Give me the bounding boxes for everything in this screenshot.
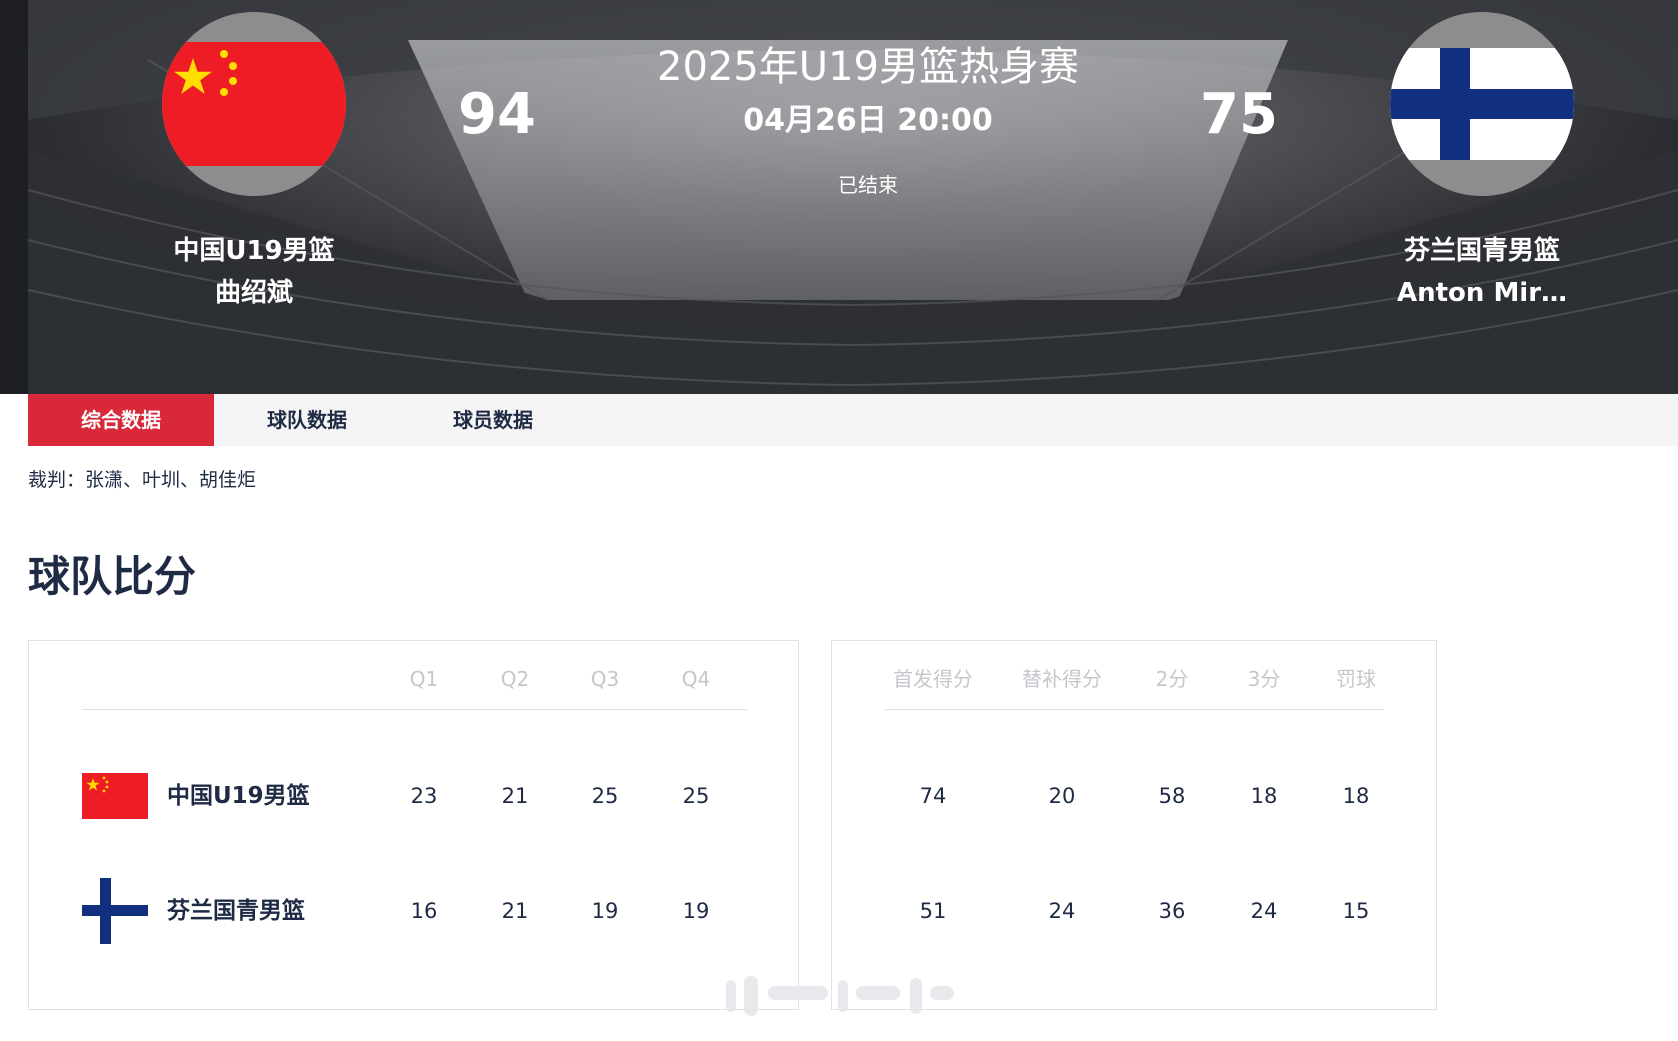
scoring-breakdown-table: 首发得分 替补得分 2分 3分 罚球 74 20 58 18 18 51 24 … xyxy=(831,640,1437,1010)
match-header: 中国U19男篮 曲绍斌 94 2025年U19男篮热身赛 04月26日 20:0… xyxy=(0,0,1678,394)
q2-score: 21 xyxy=(501,899,529,923)
tab-player-stats[interactable]: 球员数据 xyxy=(400,394,586,446)
q3-score: 25 xyxy=(591,784,619,808)
three-point-points: 18 xyxy=(1250,784,1278,808)
three-point-points: 24 xyxy=(1250,899,1278,923)
bench-points: 20 xyxy=(1048,784,1076,808)
header-q2: Q2 xyxy=(500,667,530,691)
two-point-points: 58 xyxy=(1158,784,1186,808)
starter-points: 51 xyxy=(919,899,947,923)
row-team-name[interactable]: 芬兰国青男篮 xyxy=(167,895,305,927)
away-score: 75 xyxy=(1200,82,1278,147)
table-divider xyxy=(82,709,747,710)
finland-flag-icon xyxy=(1390,12,1574,196)
away-team-info: 芬兰国青男篮 Anton Mir… xyxy=(1352,230,1612,314)
home-team-logo[interactable] xyxy=(162,12,346,196)
header-q3: Q3 xyxy=(590,667,620,691)
q2-score: 21 xyxy=(501,784,529,808)
header-free-throws: 罚球 xyxy=(1336,667,1376,691)
q4-score: 19 xyxy=(682,899,710,923)
free-throw-points: 18 xyxy=(1342,784,1370,808)
two-point-points: 36 xyxy=(1158,899,1186,923)
china-flag-icon xyxy=(162,12,346,196)
header-q4: Q4 xyxy=(681,667,711,691)
china-flag-icon xyxy=(82,773,148,819)
header-two-pointers: 2分 xyxy=(1155,667,1189,691)
home-team-coach: 曲绍斌 xyxy=(214,278,293,308)
away-team-logo[interactable] xyxy=(1390,12,1574,196)
stats-tab-bar: 综合数据 球队数据 球员数据 xyxy=(28,394,1678,446)
table-divider xyxy=(885,709,1384,710)
match-datetime: 04月26日 20:00 xyxy=(743,103,993,138)
referees-info: 裁判：张潇、叶圳、胡佳炬 xyxy=(28,469,257,491)
home-team-name[interactable]: 中国U19男篮 xyxy=(124,230,384,272)
section-title: 球队比分 xyxy=(28,552,197,601)
starter-points: 74 xyxy=(919,784,947,808)
q1-score: 23 xyxy=(410,784,438,808)
home-team-info: 中国U19男篮 曲绍斌 xyxy=(124,230,384,314)
home-score: 94 xyxy=(458,82,536,147)
tab-overview[interactable]: 综合数据 xyxy=(28,394,214,446)
bench-points: 24 xyxy=(1048,899,1076,923)
q4-score: 25 xyxy=(682,784,710,808)
header-q1: Q1 xyxy=(409,667,439,691)
hero-edge xyxy=(0,0,28,394)
away-team-name[interactable]: 芬兰国青男篮 xyxy=(1352,230,1612,272)
row-team-name[interactable]: 中国U19男篮 xyxy=(167,780,310,812)
header-starter-points: 首发得分 xyxy=(893,667,973,691)
q1-score: 16 xyxy=(410,899,438,923)
quarter-score-table: Q1 Q2 Q3 Q4 中国U19男篮 23 21 25 25 芬兰国青男篮 1… xyxy=(28,640,799,1010)
match-title: 2025年U19男篮热身赛 xyxy=(657,44,1079,90)
header-bench-points: 替补得分 xyxy=(1022,667,1102,691)
away-team-coach: Anton Mir… xyxy=(1396,278,1568,308)
free-throw-points: 15 xyxy=(1342,899,1370,923)
header-three-pointers: 3分 xyxy=(1247,667,1281,691)
watermark-logo xyxy=(726,976,954,1016)
match-status: 已结束 xyxy=(838,173,898,197)
finland-flag-icon xyxy=(82,878,148,944)
tab-team-stats[interactable]: 球队数据 xyxy=(214,394,400,446)
q3-score: 19 xyxy=(591,899,619,923)
